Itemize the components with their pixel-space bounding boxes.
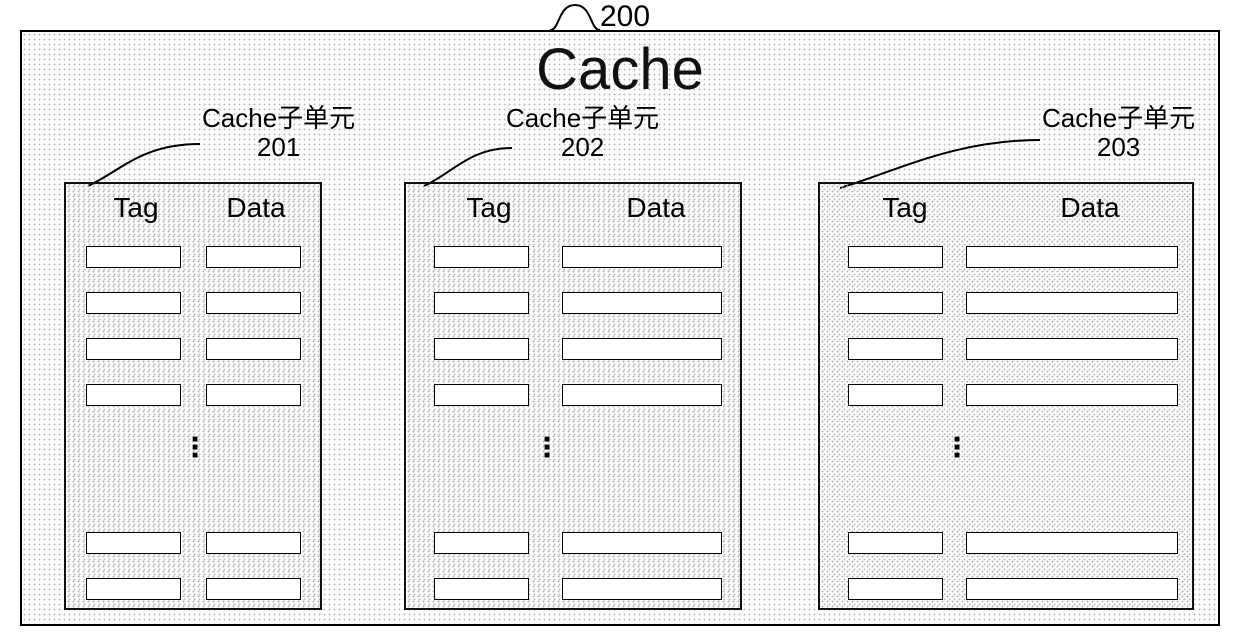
data-cell [206, 578, 301, 600]
subunit-label-num: 203 [1042, 133, 1195, 162]
data-cell [562, 338, 722, 360]
data-cell [562, 384, 722, 406]
tag-cell [848, 246, 943, 268]
cache-subunit-203: Tag Data ■■■ [818, 182, 1194, 610]
tag-cell [86, 246, 181, 268]
tag-cell [86, 292, 181, 314]
data-cell [966, 532, 1178, 554]
tag-cell [848, 384, 943, 406]
cache-subunit-202: Tag Data ■■■ [404, 182, 742, 610]
tag-cell [434, 384, 529, 406]
tag-cell [86, 384, 181, 406]
tag-cell [848, 532, 943, 554]
cache-outer-box: Cache Cache子单元 201 Cache子单元 202 Cache子单元… [20, 30, 1220, 626]
tag-cell [848, 292, 943, 314]
data-cell [562, 292, 722, 314]
tag-cell [848, 338, 943, 360]
data-cell [206, 384, 301, 406]
diagram-canvas: 200 Cache Cache子单元 201 Cache子单元 202 Cach… [0, 0, 1240, 644]
column-header-tag: Tag [86, 192, 186, 224]
tag-cell [86, 578, 181, 600]
tag-cell [434, 532, 529, 554]
subunit-label-203: Cache子单元 203 [1042, 104, 1195, 161]
tag-cell [86, 532, 181, 554]
subunit-label-num: 202 [506, 133, 659, 162]
data-cell [562, 532, 722, 554]
data-cell [966, 384, 1178, 406]
subunit-label-text: Cache子单元 [1042, 103, 1195, 133]
vertical-ellipsis: ■■■ [542, 436, 552, 460]
data-cell [562, 246, 722, 268]
column-header-tag: Tag [434, 192, 544, 224]
tag-cell [434, 338, 529, 360]
tag-cell [86, 338, 181, 360]
data-cell [966, 338, 1178, 360]
cache-subunit-201: Tag Data ■■■ [64, 182, 322, 610]
data-cell [966, 292, 1178, 314]
tag-cell [434, 578, 529, 600]
data-cell [966, 578, 1178, 600]
cache-title: Cache [22, 36, 1218, 103]
subunit-label-text: Cache子单元 [202, 103, 355, 133]
data-cell [206, 292, 301, 314]
vertical-ellipsis: ■■■ [190, 436, 200, 460]
data-cell [966, 246, 1178, 268]
data-cell [206, 246, 301, 268]
column-header-data: Data [206, 192, 306, 224]
data-cell [206, 338, 301, 360]
column-header-tag: Tag [850, 192, 960, 224]
tag-cell [848, 578, 943, 600]
subunit-label-text: Cache子单元 [506, 103, 659, 133]
subunit-label-201: Cache子单元 201 [202, 104, 355, 161]
column-header-data: Data [1010, 192, 1170, 224]
subunit-label-num: 201 [202, 133, 355, 162]
reference-number-main: 200 [600, 0, 650, 34]
curly-brace-connector [550, 0, 600, 30]
data-cell [562, 578, 722, 600]
data-cell [206, 532, 301, 554]
column-header-data: Data [586, 192, 726, 224]
subunit-label-202: Cache子单元 202 [506, 104, 659, 161]
tag-cell [434, 246, 529, 268]
vertical-ellipsis: ■■■ [952, 436, 962, 460]
tag-cell [434, 292, 529, 314]
